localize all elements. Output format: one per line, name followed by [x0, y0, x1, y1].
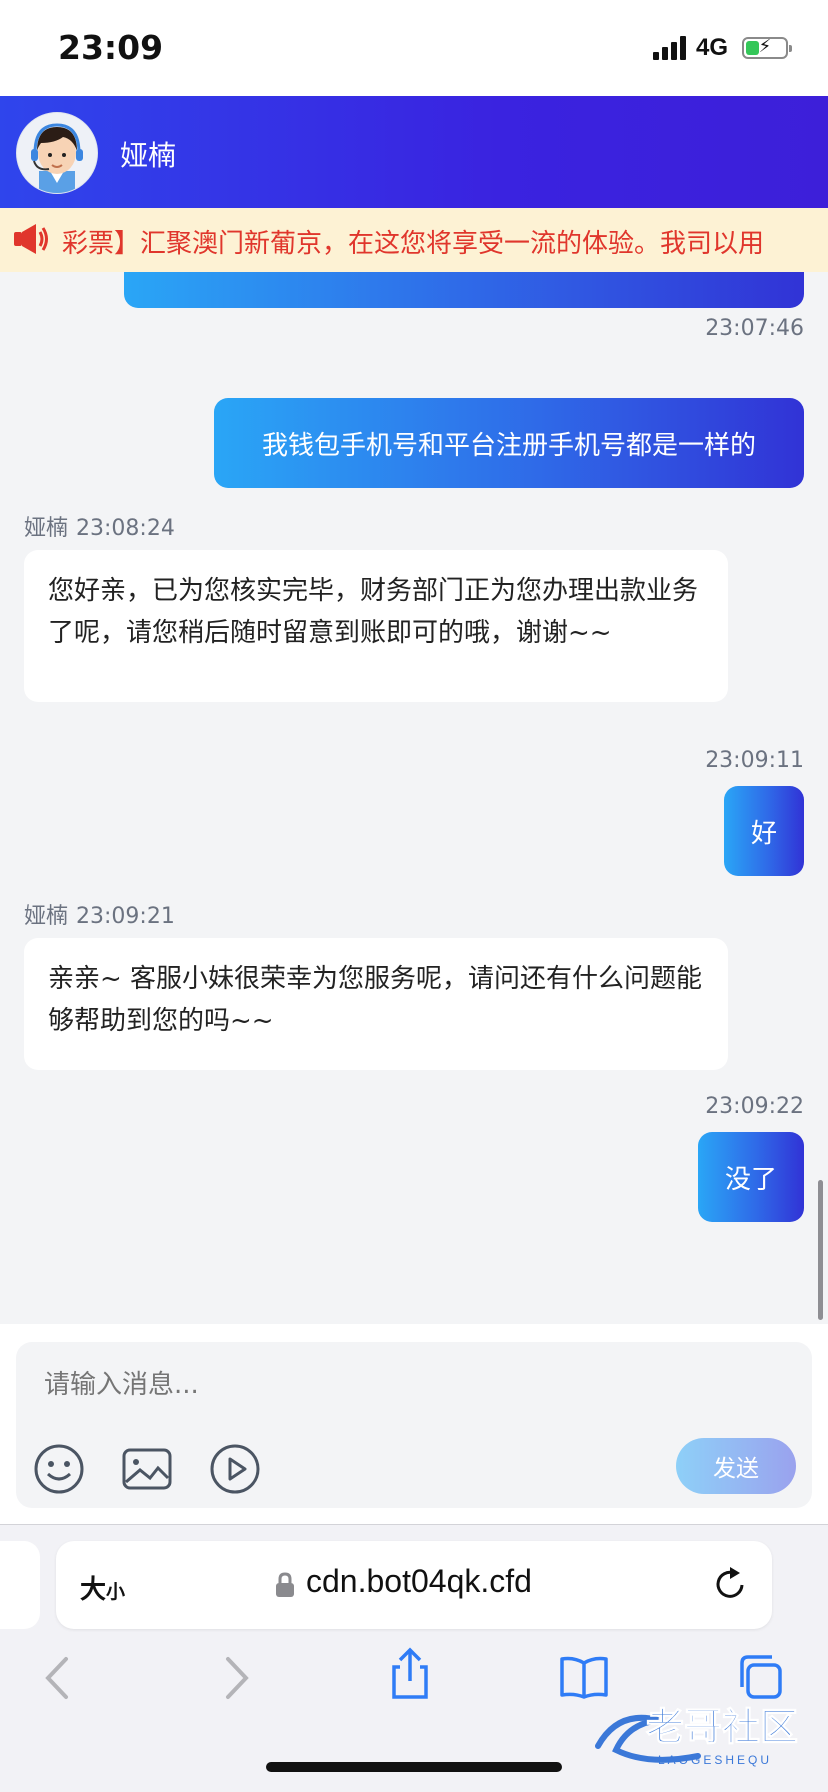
composer: 发送	[16, 1342, 812, 1508]
message-timestamp: 23:08:24	[76, 516, 175, 541]
message-bubble-user: 好	[724, 786, 804, 876]
message-timestamp: 23:09:21	[76, 904, 175, 929]
message-meta-agent: 娅楠 23:08:24	[24, 510, 183, 542]
lock-icon	[274, 1571, 296, 1603]
message-meta-agent: 娅楠 23:09:21	[24, 898, 183, 930]
watermark-logo: 老哥社区 LAOGESHEQU	[588, 1690, 812, 1774]
battery-icon: ⚡	[742, 36, 792, 59]
image-icon[interactable]	[120, 1442, 174, 1496]
chat-header: 娅楠	[0, 96, 828, 208]
agent-name: 娅楠	[120, 139, 177, 172]
agent-avatar[interactable]	[16, 112, 98, 194]
message-input[interactable]	[44, 1370, 764, 1400]
sender-name: 娅楠	[24, 516, 69, 541]
message-bubble-user: 没了	[698, 1132, 804, 1222]
text-size-large: 大	[80, 1575, 107, 1605]
composer-area: 发送	[0, 1324, 828, 1524]
text-size-button[interactable]: 大小	[80, 1569, 125, 1606]
video-icon[interactable]	[208, 1442, 262, 1496]
message-bubble-agent: 亲亲~ 客服小妹很荣幸为您服务呢，请问还有什么问题能够帮助到您的吗~~	[24, 938, 728, 1070]
message-bubble-user: 我钱包手机号和平台注册手机号都是一样的	[214, 398, 804, 488]
chat-scrollbar[interactable]	[818, 1180, 823, 1320]
address-bar[interactable]: 大小 cdn.bot04qk.cfd	[56, 1541, 772, 1629]
reload-icon[interactable]	[712, 1565, 748, 1607]
status-bar: 23:09 4G ⚡	[0, 0, 828, 96]
url-text: cdn.bot04qk.cfd	[306, 1563, 532, 1599]
sender-name: 娅楠	[24, 904, 69, 929]
message-timestamp: 23:09:11	[705, 748, 804, 773]
send-button[interactable]: 发送	[676, 1438, 796, 1494]
cellular-signal-icon	[652, 36, 686, 60]
forward-icon[interactable]	[222, 1655, 252, 1705]
status-indicators: 4G ⚡	[652, 34, 792, 62]
emoji-icon[interactable]	[32, 1442, 86, 1496]
message-timestamp: 23:07:46	[705, 316, 804, 341]
message-bubble-partial	[124, 272, 804, 308]
share-icon[interactable]	[388, 1647, 432, 1705]
text-size-small: 小	[106, 1581, 126, 1603]
status-time: 23:09	[58, 28, 164, 67]
back-icon[interactable]	[42, 1655, 72, 1705]
previous-tab-preview[interactable]	[0, 1541, 40, 1629]
svg-text:老哥社区: 老哥社区	[646, 1705, 798, 1749]
message-bubble-agent: 您好亲，已为您核实完毕，财务部门正为您办理出款业务了呢，请您稍后随时留意到账即可…	[24, 550, 728, 702]
home-indicator	[266, 1762, 562, 1772]
message-list[interactable]: 23:07:46 我钱包手机号和平台注册手机号都是一样的 娅楠 23:08:24 …	[0, 272, 828, 1324]
announcement-text: 彩票】汇聚澳门新葡京，在这您将享受一流的体验。我司以用	[62, 229, 765, 259]
message-timestamp: 23:09:22	[705, 1094, 804, 1119]
announcement-bar: 彩票】汇聚澳门新葡京，在这您将享受一流的体验。我司以用	[0, 208, 828, 272]
megaphone-icon	[12, 222, 50, 260]
svg-text:LAOGESHEQU: LAOGESHEQU	[658, 1753, 772, 1767]
network-type: 4G	[695, 34, 728, 61]
